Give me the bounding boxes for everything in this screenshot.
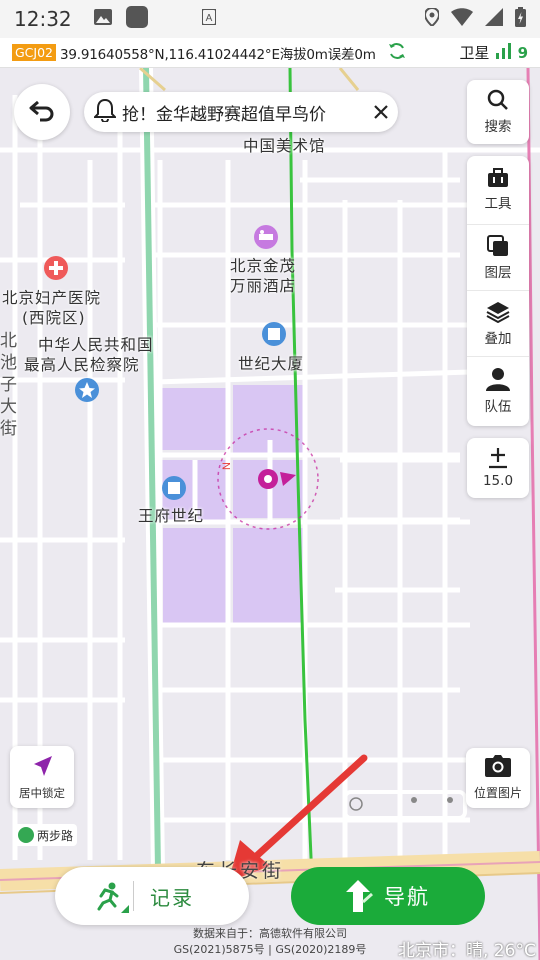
search-icon [487,89,509,115]
poi-museum[interactable]: 中国美术馆 [243,136,326,156]
hotel-icon [254,225,278,249]
poi-procuratorate-line2[interactable]: 最高人民检察院 [24,355,140,375]
navigate-label: 导航 [384,885,430,909]
promo-banner[interactable]: 抢！金华越野赛超值早鸟价 [84,92,398,132]
zoom-level-button[interactable]: 15.0 [467,438,529,498]
app-logo-icon [18,827,34,843]
poi-procuratorate-line1[interactable]: 中华人民共和国 [38,335,154,355]
camera-icon [485,755,511,780]
center-lock-label: 居中锁定 [19,785,65,800]
map-data-source: 数据来自于：高德软件有限公司 GS(2021)5875号 | GS(2020)2… [170,926,370,958]
compass-letter: N [221,462,233,470]
poi-hospital-line2[interactable]: (西院区) [22,308,86,328]
font-a-icon: A [200,8,217,29]
coordinate-system-badge: GCJ02 [12,44,57,61]
cell-signal-icon [485,8,503,30]
building-icon [262,322,286,346]
search-label: 搜索 [484,119,512,135]
zoom-plus-icon [488,447,508,473]
app-square-icon [125,6,148,32]
layers-label: 图层 [484,264,512,281]
record-label: 记录 [150,885,194,910]
tools-button[interactable]: 工具 [467,156,529,224]
turn-arrow-icon [346,880,376,912]
team-label: 队伍 [484,398,512,415]
status-bar: 12:32 A [0,0,540,38]
weather-readout: 北京市：晴, 26°C [398,941,536,960]
poi-century-tower[interactable]: 世纪大厦 [238,354,304,374]
back-button[interactable] [14,84,70,140]
poi-hospital-line1[interactable]: 北京妇产医院 [2,288,101,308]
poi-wangfu[interactable]: 王府世纪 [138,506,204,526]
tool-menu-card: 工具 图层 叠加 队伍 [467,156,529,426]
layers-button[interactable]: 图层 [467,224,529,290]
wifi-icon [451,8,473,30]
poi-hotel-line1[interactable]: 北京金茂 [230,256,296,276]
overlay-label: 叠加 [484,330,512,347]
promo-text: 抢！金华越野赛超值早鸟价 [122,104,326,125]
svg-text:A: A [205,13,212,24]
person-icon [485,367,511,395]
location-photo-button[interactable]: 位置图片 [466,748,530,808]
refresh-icon[interactable] [388,42,406,64]
battery-icon [515,7,526,31]
coordinates-readout: 39.91640558°N,116.41024442°E海拔0m误差0m [60,46,376,63]
close-icon[interactable] [374,105,388,119]
map-view[interactable]: N 中国美术馆 北京金茂 万丽酒店 北京妇产医院 (西院区) 中华人民共和国 最… [0,68,540,960]
poi-hotel-line2[interactable]: 万丽酒店 [230,276,296,296]
overlay-button[interactable]: 叠加 [467,290,529,356]
zoom-level: 15.0 [482,473,514,489]
source-line-2: GS(2021)5875号 | GS(2020)2189号 [173,943,367,956]
satellite-label: 卫星 [459,44,490,62]
app-chip: 两步路 [14,824,78,846]
signal-bars-icon [495,42,512,63]
toolbox-icon [487,168,509,192]
bell-icon [92,98,118,127]
landmark-star-icon [75,378,99,402]
back-arrow-icon [28,98,56,126]
navigate-button[interactable]: 导航 [291,867,485,925]
source-line-1: 数据来自于：高德软件有限公司 [193,927,347,940]
record-button[interactable]: 记录 [55,867,249,925]
map-canvas: N [0,68,540,960]
stack-icon [486,301,510,327]
center-lock-button[interactable]: 居中锁定 [10,746,74,808]
navigation-arrow-icon [30,754,54,781]
search-card[interactable]: 搜索 [467,80,529,144]
record-divider [133,881,134,911]
coordinate-bar: GCJ02 39.91640558°N,116.41024442°E海拔0m误差… [0,38,540,68]
location-pin-icon [423,6,441,30]
tools-label: 工具 [484,196,512,212]
satellite-status: 卫星 9 [460,42,528,63]
app-chip-label: 两步路 [37,828,74,843]
search-button[interactable]: 搜索 [467,80,529,144]
zoom-card[interactable]: 15.0 [467,438,529,498]
location-photo-label: 位置图片 [473,786,522,800]
team-button[interactable]: 队伍 [467,356,529,424]
hospital-icon [44,256,68,280]
satellite-count: 9 [517,43,528,62]
status-time: 12:32 [14,7,72,31]
image-icon [93,9,112,29]
road-label-beichizi: 北池子大街 [0,331,17,439]
layers-icon [487,234,509,261]
building-icon-wangfu [162,476,186,500]
running-person-icon [93,881,129,913]
